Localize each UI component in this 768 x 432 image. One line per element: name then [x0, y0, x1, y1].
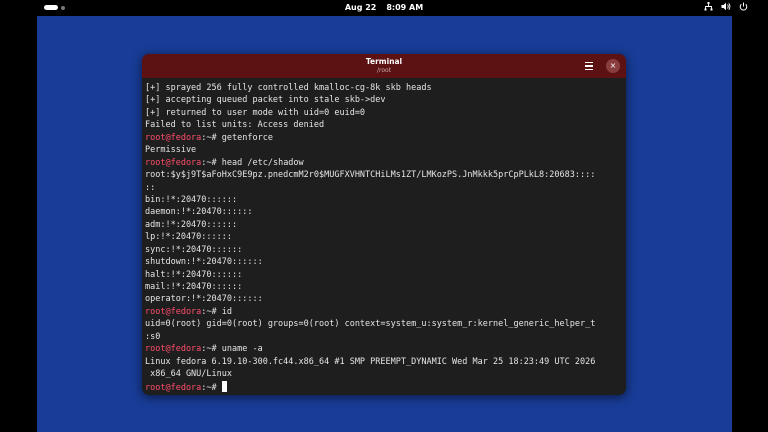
command-text: head /etc/shadow: [221, 157, 304, 168]
clock-date: Aug 22: [344, 3, 377, 12]
network-icon[interactable]: [704, 2, 713, 11]
power-icon[interactable]: [739, 2, 748, 11]
output-text: lp:!*:20470::::::: [145, 232, 232, 243]
command-text: id: [221, 306, 233, 317]
terminal-command-line: root@fedora:~#: [145, 380, 623, 393]
terminal-output-line: ::: [145, 182, 623, 194]
top-bar: Aug 22 8:09 AM: [0, 0, 768, 16]
output-text: adm:!*:20470::::::: [145, 219, 238, 230]
terminal-output-line: uid=0(root) gid=0(root) groups=0(root) c…: [145, 318, 623, 330]
output-text: Linux fedora 6.19.10-300.fc44.x86_64 #1 …: [145, 356, 596, 367]
output-text: Permissive: [145, 145, 197, 156]
shell-prompt: root@fedora: [145, 344, 202, 355]
terminal-output-line: halt:!*:20470::::::: [145, 269, 623, 281]
terminal-window[interactable]: Terminal /root × [+] sprayed 256 fully c…: [142, 54, 626, 395]
text-cursor: [221, 380, 228, 392]
terminal-output-line: Permissive: [145, 144, 623, 156]
window-title: Terminal: [365, 57, 403, 66]
output-text: operator:!*:20470::::::: [145, 294, 263, 305]
terminal-output-line: Failed to list units: Access denied: [145, 119, 623, 131]
terminal-output-line: [+] sprayed 256 fully controlled kmalloc…: [145, 82, 623, 94]
output-text: root:$y$j9T$aFoHxC9E9pz.pnedcmM2r0$MUGFX…: [145, 170, 596, 181]
terminal-output-line: daemon:!*:20470::::::: [145, 206, 623, 218]
terminal-command-line: root@fedora:~# head /etc/shadow: [145, 157, 623, 169]
output-text: shutdown:!*:20470::::::: [145, 257, 263, 268]
terminal-output-line: root:$y$j9T$aFoHxC9E9pz.pnedcmM2r0$MUGFX…: [145, 169, 623, 181]
clock-time: 8:09 AM: [386, 3, 424, 12]
output-text: [+] accepting queued packet into stale s…: [145, 95, 386, 106]
terminal-output[interactable]: [+] sprayed 256 fully controlled kmalloc…: [145, 82, 623, 392]
output-text: ::: [145, 182, 156, 193]
terminal-output-line: mail:!*:20470::::::: [145, 281, 623, 293]
output-text: :s0: [145, 331, 161, 342]
terminal-output-line: Linux fedora 6.19.10-300.fc44.x86_64 #1 …: [145, 356, 623, 368]
terminal-output-line: [+] accepting queued packet into stale s…: [145, 94, 623, 106]
output-text: bin:!*:20470::::::: [145, 194, 238, 205]
output-text: [+] returned to user mode with uid=0 eui…: [145, 107, 366, 118]
output-text: x86_64 GNU/Linux: [145, 369, 232, 380]
system-tray[interactable]: [704, 2, 748, 11]
hamburger-menu-icon[interactable]: [583, 60, 595, 72]
terminal-command-line: root@fedora:~# uname -a: [145, 343, 623, 355]
terminal-output-line: adm:!*:20470::::::: [145, 219, 623, 231]
command-text: getenforce: [221, 132, 273, 143]
window-header-bar[interactable]: Terminal /root ×: [142, 54, 626, 78]
output-text: [+] sprayed 256 fully controlled kmalloc…: [145, 83, 432, 93]
prompt-suffix: :~#: [201, 306, 222, 317]
window-subtitle: /root: [376, 67, 392, 74]
volume-icon[interactable]: [721, 2, 731, 11]
output-text: Failed to list units: Access denied: [145, 120, 325, 131]
prompt-suffix: :~#: [201, 344, 222, 355]
terminal-output-line: lp:!*:20470::::::: [145, 231, 623, 243]
terminal-output-line: operator:!*:20470::::::: [145, 293, 623, 305]
terminal-output-line: bin:!*:20470::::::: [145, 194, 623, 206]
shell-prompt: root@fedora: [145, 132, 202, 143]
prompt-suffix: :~#: [201, 382, 222, 393]
output-text: halt:!*:20470::::::: [145, 269, 243, 280]
output-text: daemon:!*:20470::::::: [145, 207, 253, 218]
prompt-suffix: :~#: [201, 132, 222, 143]
shell-prompt: root@fedora: [145, 382, 202, 393]
terminal-output-line: x86_64 GNU/Linux: [145, 368, 623, 380]
shell-prompt: root@fedora: [145, 306, 202, 317]
terminal-output-line: :s0: [145, 331, 623, 343]
terminal-output-line: shutdown:!*:20470::::::: [145, 256, 623, 268]
terminal-command-line: root@fedora:~# getenforce: [145, 132, 623, 144]
terminal-command-line: root@fedora:~# id: [145, 306, 623, 318]
terminal-output-line: sync:!*:20470::::::: [145, 244, 623, 256]
terminal-output-line: [+] returned to user mode with uid=0 eui…: [145, 107, 623, 119]
close-icon[interactable]: ×: [606, 59, 620, 73]
shell-prompt: root@fedora: [145, 157, 202, 168]
prompt-suffix: :~#: [201, 157, 222, 168]
output-text: sync:!*:20470::::::: [145, 244, 243, 255]
output-text: uid=0(root) gid=0(root) groups=0(root) c…: [145, 319, 596, 330]
clock[interactable]: Aug 22 8:09 AM: [0, 3, 768, 12]
command-text: uname -a: [221, 344, 263, 355]
output-text: mail:!*:20470::::::: [145, 282, 243, 292]
